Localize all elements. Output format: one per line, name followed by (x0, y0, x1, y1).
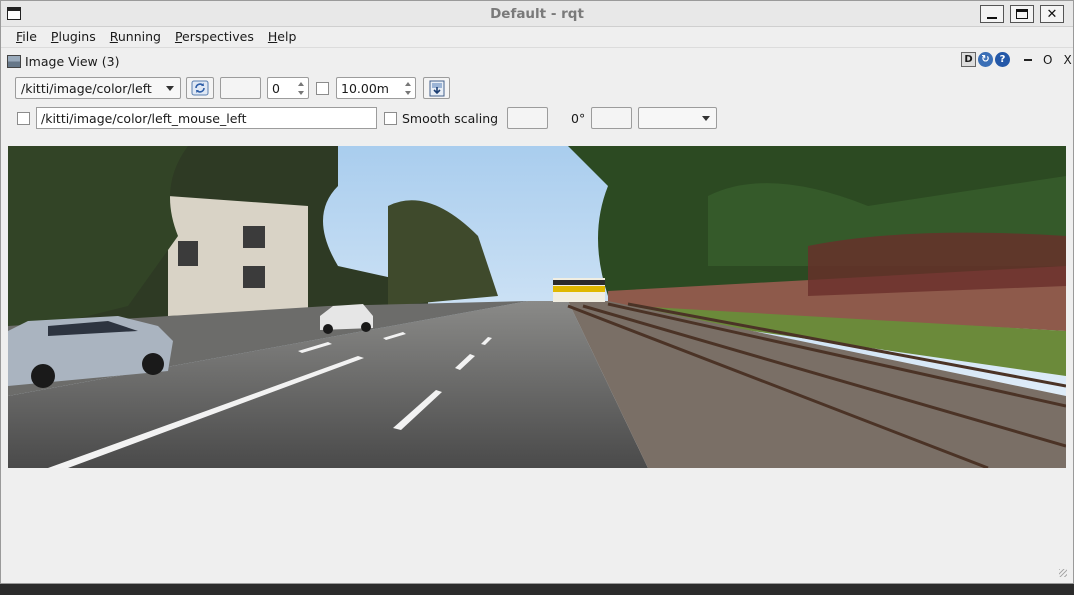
chevron-down-icon (166, 86, 174, 91)
plugin-title: Image View (3) (25, 53, 120, 69)
arrow-up-icon (298, 81, 304, 86)
background-terminal (0, 584, 1074, 595)
minimize-icon (987, 17, 997, 19)
close-plugin-button[interactable]: X (1063, 53, 1071, 67)
rqt-window: Default - rqt ✕ File Plugins Running Per… (0, 0, 1074, 584)
duration-spinbox[interactable]: 10.00m (336, 77, 416, 99)
duration-arrows[interactable] (402, 79, 414, 97)
float-plugin-button[interactable]: O (1043, 53, 1052, 67)
topic-combobox[interactable]: /kitti/image/color/left (15, 77, 181, 99)
menu-bar: File Plugins Running Perspectives Help (1, 27, 1073, 48)
street-scene-image (8, 146, 1066, 468)
refresh-icon: ↻ (981, 54, 990, 65)
rotation-label: 0° (571, 111, 586, 126)
smooth-scaling-label: Smooth scaling (402, 111, 499, 126)
color-scheme-combobox[interactable] (638, 107, 717, 129)
help-icon: ? (999, 54, 1006, 65)
duration-value: 10.00m (341, 81, 389, 96)
image-view-icon (7, 54, 21, 68)
chevron-down-icon (702, 116, 710, 121)
minimize-plugin-button[interactable] (1024, 58, 1032, 61)
plugin-header-controls: D ↻ ? O X (961, 52, 1072, 67)
close-icon: ✕ (1046, 6, 1058, 22)
maximize-button[interactable] (1010, 5, 1034, 23)
menu-file[interactable]: File (9, 27, 44, 47)
camera-image-view[interactable] (8, 146, 1066, 468)
menu-perspectives[interactable]: Perspectives (168, 27, 261, 47)
reload-plugin-button[interactable]: ↻ (978, 52, 993, 67)
spin-value: 0 (272, 81, 280, 96)
help-button[interactable]: ? (995, 52, 1010, 67)
maximize-icon (1016, 9, 1028, 19)
publish-mouse-checkbox[interactable] (17, 112, 30, 125)
refresh-icon (191, 80, 209, 96)
minimize-button[interactable] (980, 5, 1004, 23)
menu-help[interactable]: Help (261, 27, 304, 47)
plugin-header: Image View (3) (7, 52, 119, 70)
zoom-button[interactable] (220, 77, 261, 99)
refresh-topics-button[interactable] (186, 77, 214, 99)
smooth-scaling-checkbox[interactable] (384, 112, 397, 125)
menu-running[interactable]: Running (103, 27, 168, 47)
arrow-down-icon (405, 90, 411, 95)
dynamic-range-spinbox[interactable]: 0 (267, 77, 309, 99)
menu-plugins[interactable]: Plugins (44, 27, 103, 47)
rotate-left-button[interactable] (507, 107, 548, 129)
window-title: Default - rqt (490, 6, 584, 22)
resize-grip[interactable] (1059, 569, 1067, 577)
title-bar[interactable]: Default - rqt ✕ (1, 1, 1073, 27)
arrow-down-icon (298, 90, 304, 95)
save-image-button[interactable] (423, 77, 450, 99)
debug-button[interactable]: D (961, 52, 976, 67)
rotate-right-button[interactable] (591, 107, 632, 129)
mouse-topic-input[interactable]: /kitti/image/color/left_mouse_left (36, 107, 377, 129)
spin-arrows[interactable] (295, 79, 307, 97)
dynamic-range-checkbox[interactable] (316, 82, 329, 95)
close-button[interactable]: ✕ (1040, 5, 1064, 23)
topic-value: /kitti/image/color/left (21, 81, 152, 96)
save-icon (429, 80, 444, 96)
arrow-up-icon (405, 81, 411, 86)
